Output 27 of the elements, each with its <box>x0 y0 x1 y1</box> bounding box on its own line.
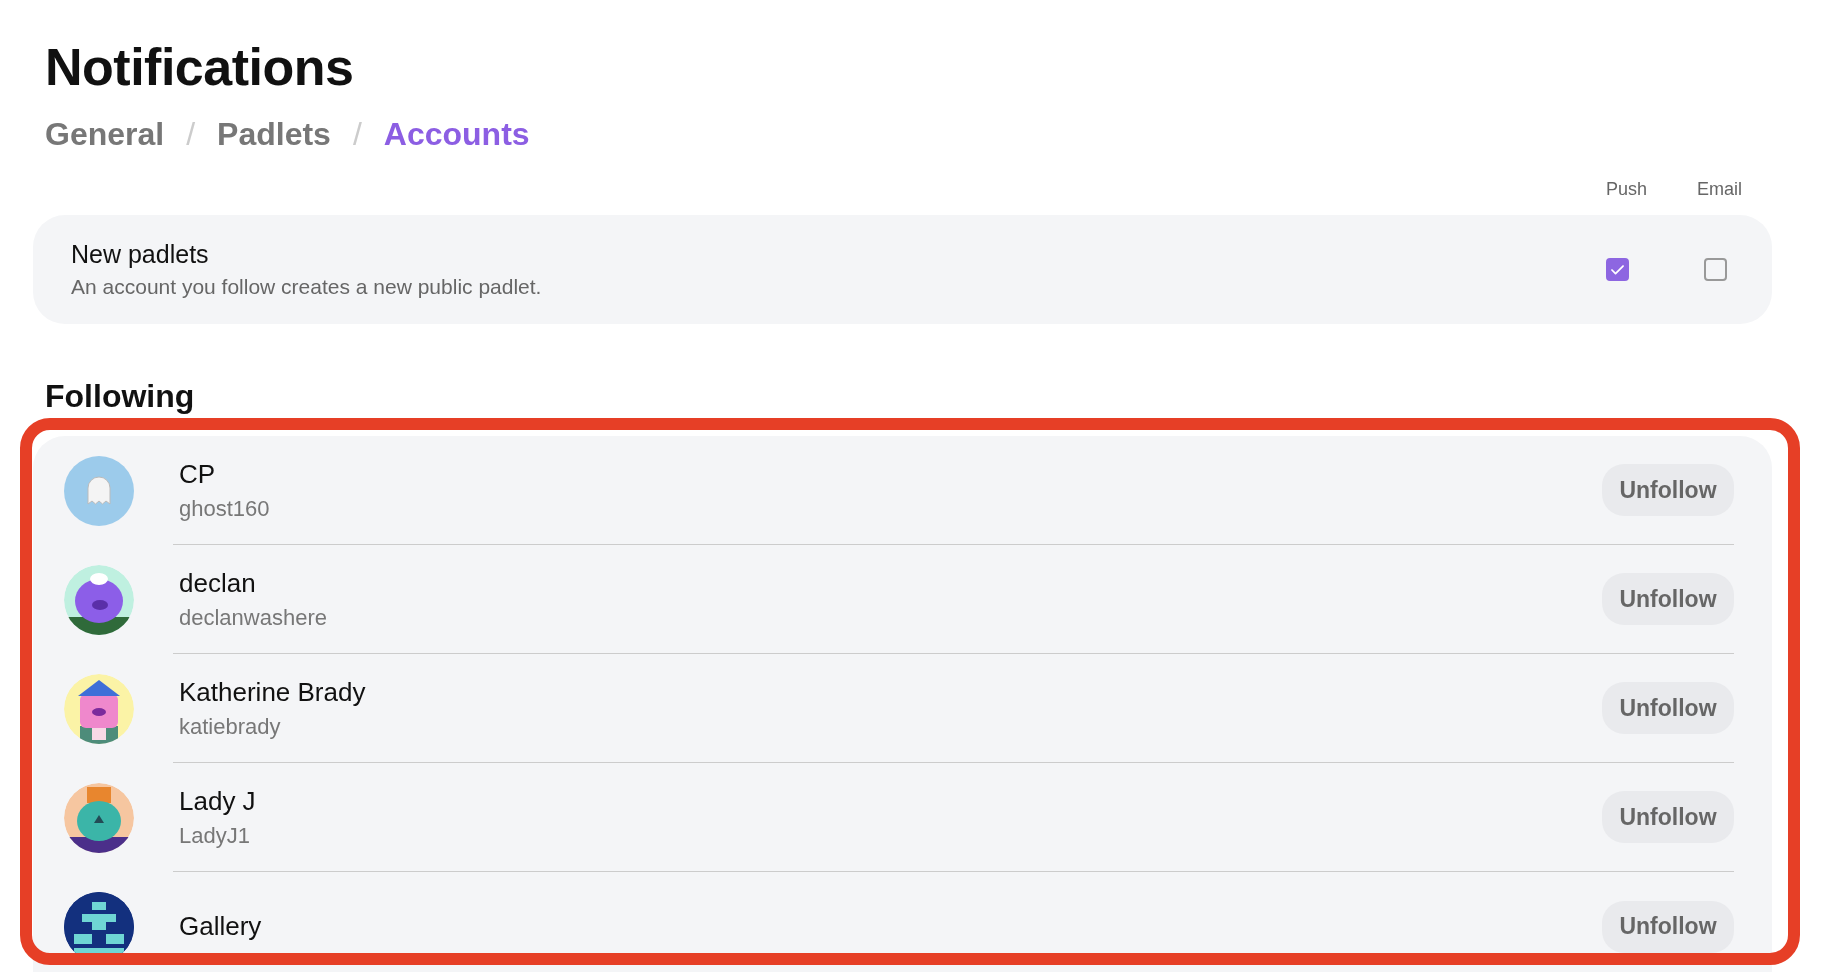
unfollow-button[interactable]: Unfollow <box>1602 573 1734 625</box>
account-name: Gallery <box>179 911 263 942</box>
tab[interactable]: Padlets <box>217 116 331 153</box>
unfollow-button[interactable]: Unfollow <box>1602 791 1734 843</box>
column-header: Push <box>1605 179 1647 201</box>
unfollow-button[interactable]: Unfollow <box>1602 464 1734 516</box>
setting-title: New padlets <box>71 240 210 269</box>
section-title: Following <box>45 377 196 416</box>
tab[interactable]: General <box>45 116 165 153</box>
breadcrumb-separator: / <box>352 116 362 153</box>
tab[interactable]: Accounts <box>383 116 530 153</box>
account-name: Katherine Brady <box>179 676 367 708</box>
checkbox[interactable] <box>1605 258 1629 281</box>
breadcrumb-separator: / <box>186 116 196 153</box>
page-title: Notifications <box>45 37 355 98</box>
account-handle: katiebrady <box>179 713 282 740</box>
unfollow-button[interactable]: Unfollow <box>1602 900 1734 953</box>
account-name: declan <box>179 567 257 599</box>
checkbox[interactable] <box>1703 258 1727 281</box>
column-header: Email <box>1697 179 1742 201</box>
account-name: Lady J <box>179 785 257 817</box>
account-handle: ghost160 <box>179 495 271 522</box>
account-handle: LadyJ1 <box>179 822 251 849</box>
setting-description: An account you follow creates a new public padlet. <box>71 275 543 299</box>
account-name: CP <box>179 458 217 490</box>
account-handle: declanwashere <box>179 604 328 631</box>
unfollow-button[interactable]: Unfollow <box>1602 682 1734 734</box>
